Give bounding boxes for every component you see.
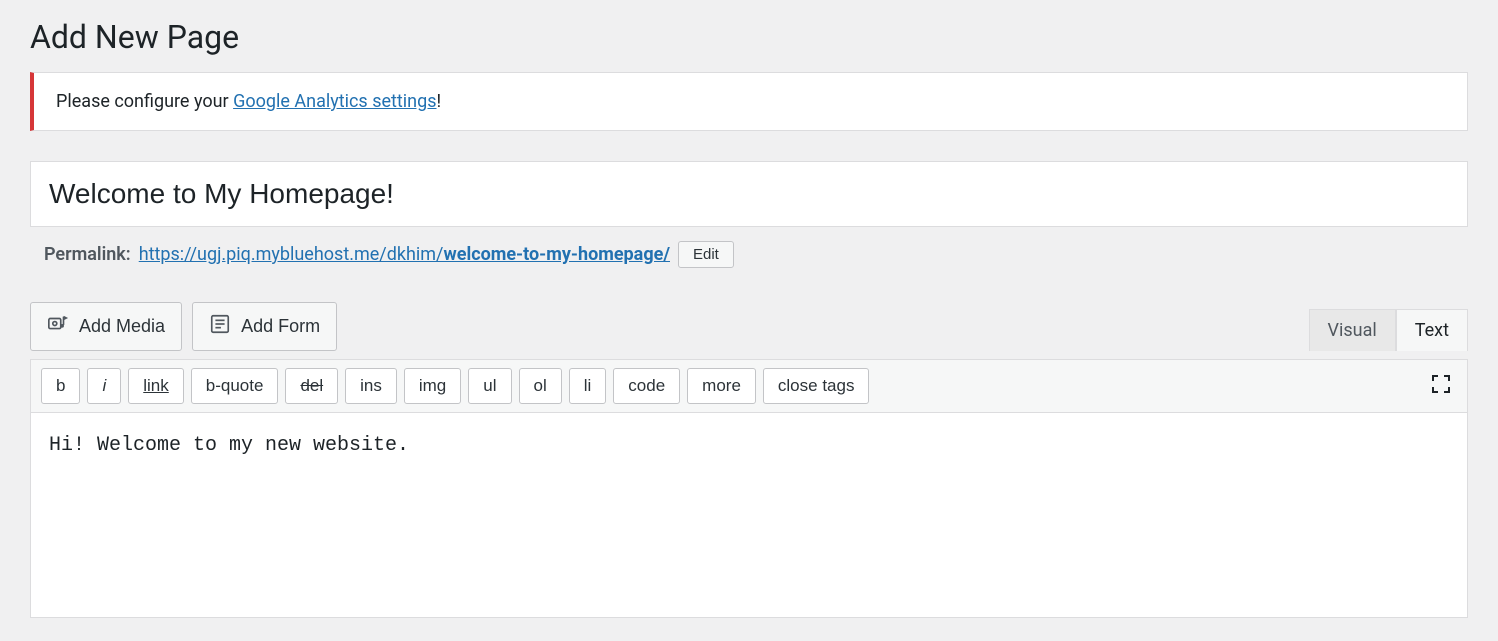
content-textarea[interactable] <box>31 413 1467 613</box>
qt-ul-button[interactable]: ul <box>468 368 511 404</box>
add-media-label: Add Media <box>79 316 165 337</box>
qt-more-button[interactable]: more <box>687 368 756 404</box>
qt-bquote-button[interactable]: b-quote <box>191 368 279 404</box>
qt-code-button[interactable]: code <box>613 368 680 404</box>
quicktags-toolbar: b i link b-quote del ins img ul ol li co… <box>31 360 1467 413</box>
media-toolbar: Add Media Add Form Visual Text <box>30 302 1468 351</box>
editor-container: b i link b-quote del ins img ul ol li co… <box>30 359 1468 618</box>
edit-permalink-button[interactable]: Edit <box>678 241 734 268</box>
qt-ins-button[interactable]: ins <box>345 368 397 404</box>
notice-text-prefix: Please configure your <box>56 91 233 112</box>
notice-text-suffix: ! <box>437 91 442 112</box>
add-media-button[interactable]: Add Media <box>30 302 182 351</box>
qt-bold-button[interactable]: b <box>41 368 80 404</box>
notice-link[interactable]: Google Analytics settings <box>233 91 436 112</box>
tab-text[interactable]: Text <box>1396 309 1468 351</box>
qt-link-button[interactable]: link <box>128 368 184 404</box>
fullscreen-icon[interactable] <box>1425 368 1457 404</box>
camera-music-icon <box>47 313 69 340</box>
qt-ol-button[interactable]: ol <box>519 368 562 404</box>
permalink-row: Permalink: https://ugj.piq.mybluehost.me… <box>30 227 1468 268</box>
form-icon <box>209 313 231 340</box>
permalink-label: Permalink: <box>44 244 131 265</box>
tab-visual[interactable]: Visual <box>1309 309 1396 351</box>
permalink-url[interactable]: https://ugj.piq.mybluehost.me/dkhim/welc… <box>139 244 670 265</box>
add-form-button[interactable]: Add Form <box>192 302 337 351</box>
add-form-label: Add Form <box>241 316 320 337</box>
qt-italic-button[interactable]: i <box>87 368 121 404</box>
qt-closetags-button[interactable]: close tags <box>763 368 870 404</box>
qt-img-button[interactable]: img <box>404 368 461 404</box>
qt-del-button[interactable]: del <box>285 368 338 404</box>
page-title-input[interactable] <box>30 161 1468 227</box>
editor-tabs: Visual Text <box>1309 309 1468 351</box>
permalink-base: https://ugj.piq.mybluehost.me/dkhim/ <box>139 244 444 265</box>
permalink-slug: welcome-to-my-homepage/ <box>444 244 671 265</box>
page-title: Add New Page <box>30 0 1468 68</box>
qt-li-button[interactable]: li <box>569 368 607 404</box>
notice-banner: Please configure your Google Analytics s… <box>30 72 1468 131</box>
